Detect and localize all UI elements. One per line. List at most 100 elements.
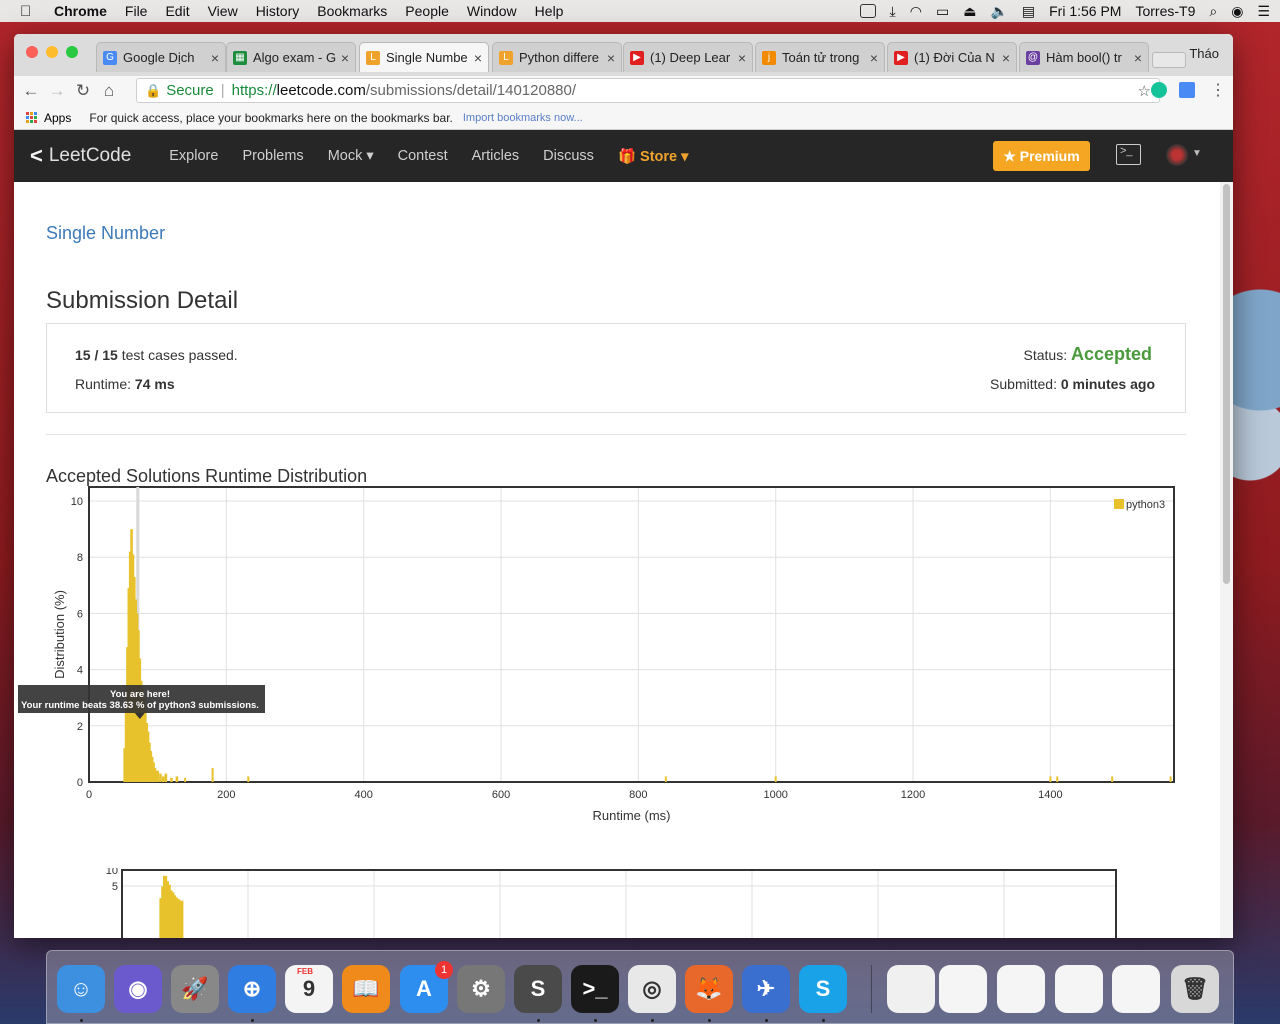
problem-title-link[interactable]: Single Number bbox=[46, 223, 165, 244]
close-tab-icon[interactable]: × bbox=[1002, 50, 1010, 66]
menu-people[interactable]: People bbox=[405, 3, 449, 19]
tab-7[interactable]: ▶ (1) Đời Của N × bbox=[887, 42, 1017, 72]
page-scrollbar[interactable] bbox=[1220, 182, 1233, 938]
download-icon[interactable]: ⤓ bbox=[890, 3, 896, 20]
close-tab-icon[interactable]: × bbox=[1134, 50, 1142, 66]
reload-button[interactable]: ↻ bbox=[70, 81, 96, 101]
home-button[interactable]: ⌂ bbox=[96, 81, 122, 101]
ibooks-icon[interactable]: 📖 bbox=[342, 965, 390, 1013]
tab-3[interactable]: L Single Numbe × bbox=[359, 42, 489, 72]
notification-center-icon[interactable]: ☰ bbox=[1257, 3, 1270, 20]
chrome-menu-icon[interactable]: ⋮ bbox=[1210, 80, 1226, 100]
close-tab-icon[interactable]: × bbox=[211, 50, 219, 66]
premium-button[interactable]: ★ Premium bbox=[993, 141, 1090, 171]
grammarly-extension-icon[interactable] bbox=[1151, 82, 1167, 98]
bookmarks-bar: Apps For quick access, place your bookma… bbox=[14, 106, 1233, 130]
chrome-icon[interactable]: ◎ bbox=[628, 965, 676, 1013]
close-tab-icon[interactable]: × bbox=[474, 50, 482, 66]
running-indicator bbox=[594, 1019, 597, 1022]
menu-history[interactable]: History bbox=[256, 3, 300, 19]
tab-5[interactable]: ▶ (1) Deep Lear × bbox=[623, 42, 753, 72]
wifi-icon[interactable]: ◠ bbox=[910, 3, 922, 20]
chevron-down-icon[interactable]: ▼ bbox=[1192, 148, 1202, 159]
nav-discuss[interactable]: Discuss bbox=[543, 148, 594, 164]
airplay-icon[interactable]: ▭ bbox=[936, 3, 949, 20]
eject-icon[interactable]: ⏏ bbox=[963, 3, 976, 20]
nav-contest[interactable]: Contest bbox=[398, 148, 448, 164]
tab-1[interactable]: G Google Dịch × bbox=[96, 42, 226, 72]
tab-6[interactable]: j Toán tử trong × bbox=[755, 42, 885, 72]
screenshot-stack-icon[interactable] bbox=[1112, 965, 1160, 1013]
runtime-distribution-chart[interactable]: 0 200 400 600 800 1000 1200 1400 0 2 4 6 8 10 Runtime … bbox=[14, 482, 1219, 852]
apple-icon[interactable]:  bbox=[20, 3, 38, 20]
scrollbar-thumb[interactable] bbox=[1223, 184, 1230, 584]
safari-icon[interactable]: ⊕ bbox=[228, 965, 276, 1013]
tab-4[interactable]: L Python differe × bbox=[492, 42, 622, 72]
back-button[interactable]: ← bbox=[18, 81, 44, 101]
close-window-button[interactable] bbox=[26, 46, 38, 58]
screenshot-stack-icon[interactable] bbox=[997, 965, 1045, 1013]
screenshot-stack-icon[interactable] bbox=[939, 965, 987, 1013]
address-bar[interactable]: 🔒 Secure | https://leetcode.com/submissi… bbox=[136, 78, 1160, 103]
zoom-window-button[interactable] bbox=[66, 46, 78, 58]
sublime-text-icon[interactable]: S bbox=[514, 965, 562, 1013]
firefox-icon[interactable]: 🦊 bbox=[685, 965, 733, 1013]
terminal-icon[interactable]: >_ bbox=[571, 965, 619, 1013]
openoffice-icon[interactable]: ✈ bbox=[742, 965, 790, 1013]
nav-mock[interactable]: Mock ▾ bbox=[328, 148, 374, 164]
apps-shortcut[interactable]: Apps bbox=[44, 111, 71, 125]
app-store-badge: 1 bbox=[435, 961, 453, 979]
input-source-flag-icon[interactable]: ▤ bbox=[1022, 3, 1035, 20]
menu-help[interactable]: Help bbox=[535, 3, 564, 19]
close-tab-icon[interactable]: × bbox=[870, 50, 878, 66]
running-indicator bbox=[80, 1019, 83, 1022]
close-tab-icon[interactable]: × bbox=[607, 50, 615, 66]
status-badge: Accepted bbox=[1070, 344, 1152, 364]
screenshot-stack-icon[interactable] bbox=[1055, 965, 1103, 1013]
minimize-window-button[interactable] bbox=[46, 46, 58, 58]
menu-clock[interactable]: Fri 1:56 PM bbox=[1049, 3, 1121, 19]
bookmarks-hint: For quick access, place your bookmarks h… bbox=[89, 110, 453, 125]
trash-icon[interactable]: 🗑 bbox=[1171, 965, 1219, 1013]
playground-console-icon[interactable]: >_ bbox=[1116, 144, 1141, 165]
status-label: Status: bbox=[1023, 347, 1071, 363]
bookmark-star-icon[interactable]: ☆ bbox=[1138, 82, 1151, 100]
volume-icon[interactable]: 🔈 bbox=[990, 3, 1007, 20]
menu-edit[interactable]: Edit bbox=[165, 3, 189, 19]
import-bookmarks-link[interactable]: Import bookmarks now... bbox=[463, 112, 583, 124]
nav-articles[interactable]: Articles bbox=[472, 148, 520, 164]
menu-file[interactable]: File bbox=[125, 3, 148, 19]
siri-icon[interactable]: ◉ bbox=[114, 965, 162, 1013]
nav-problems[interactable]: Problems bbox=[242, 148, 303, 164]
apps-grid-icon[interactable] bbox=[26, 111, 38, 124]
finder-icon[interactable]: ☺ bbox=[57, 965, 105, 1013]
menu-window[interactable]: Window bbox=[467, 3, 517, 19]
new-tab-button[interactable] bbox=[1152, 52, 1186, 68]
menu-app-name[interactable]: Chrome bbox=[54, 3, 107, 19]
menu-bookmarks[interactable]: Bookmarks bbox=[317, 3, 387, 19]
dock-separator bbox=[871, 965, 872, 1013]
translate-extension-icon[interactable] bbox=[1179, 82, 1195, 98]
secure-label: Secure bbox=[166, 82, 214, 99]
leetcode-logo[interactable]: < LeetCode bbox=[30, 143, 131, 169]
avatar[interactable] bbox=[1166, 144, 1188, 166]
tab-8[interactable]: @ Hàm bool() tr × bbox=[1019, 42, 1149, 72]
forward-button[interactable]: → bbox=[44, 81, 70, 101]
profile-name[interactable]: Tháo bbox=[1189, 46, 1219, 61]
nav-store[interactable]: 🎁 Store ▾ bbox=[618, 148, 688, 165]
tab-2[interactable]: ▦ Algo exam - G × bbox=[226, 42, 356, 72]
status-check-icon[interactable] bbox=[859, 4, 876, 18]
system-preferences-icon[interactable]: ⚙ bbox=[457, 965, 505, 1013]
runtime-distribution-navigator[interactable]: 510 bbox=[14, 868, 1219, 938]
nav-explore[interactable]: Explore bbox=[169, 148, 218, 164]
close-tab-icon[interactable]: × bbox=[341, 50, 349, 66]
spotlight-search-icon[interactable]: ⌕ bbox=[1209, 3, 1217, 20]
skype-icon[interactable]: S bbox=[799, 965, 847, 1013]
siri-menu-icon[interactable]: ◉ bbox=[1231, 3, 1243, 20]
close-tab-icon[interactable]: × bbox=[738, 50, 746, 66]
menu-user[interactable]: Torres-T9 bbox=[1135, 3, 1195, 19]
launchpad-icon[interactable]: 🚀 bbox=[171, 965, 219, 1013]
document-icon[interactable] bbox=[887, 965, 935, 1013]
menu-view[interactable]: View bbox=[208, 3, 238, 19]
leetcode-icon: L bbox=[499, 50, 513, 65]
